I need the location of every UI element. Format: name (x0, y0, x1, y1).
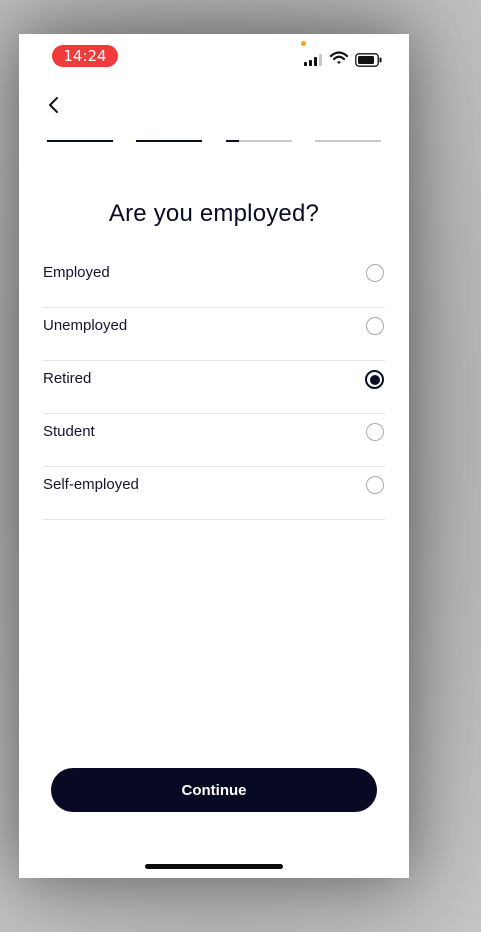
radio-button[interactable] (366, 423, 384, 441)
option-employed[interactable]: Employed (43, 255, 385, 308)
radio-button[interactable] (366, 476, 384, 494)
wifi-icon (330, 51, 348, 64)
progress-step-2 (136, 140, 202, 142)
radio-button[interactable] (365, 370, 384, 389)
phone-screen: 14:24 Are you employed? Employed Unemplo… (19, 34, 409, 878)
progress-steps (47, 140, 381, 144)
radio-button[interactable] (366, 317, 384, 335)
option-label: Unemployed (43, 317, 128, 334)
progress-step-fill (47, 140, 113, 142)
radio-button[interactable] (366, 264, 384, 282)
continue-button[interactable]: Continue (51, 768, 377, 812)
option-label: Retired (43, 370, 92, 387)
progress-step-4 (315, 140, 381, 142)
privacy-indicator-dot (301, 41, 306, 46)
option-label: Self-employed (43, 476, 139, 493)
option-label: Employed (43, 264, 110, 281)
option-retired[interactable]: Retired (43, 361, 385, 414)
status-bar: 14:24 (19, 34, 409, 84)
signal-icon (304, 54, 322, 66)
home-indicator (145, 864, 283, 869)
option-label: Student (43, 423, 95, 440)
employment-options-list: Employed Unemployed Retired Student Self… (43, 255, 385, 520)
option-self-employed[interactable]: Self-employed (43, 467, 385, 520)
status-time: 14:24 (52, 45, 118, 67)
progress-step-fill (226, 140, 240, 142)
option-unemployed[interactable]: Unemployed (43, 308, 385, 361)
progress-step-3 (226, 140, 292, 142)
progress-step-1 (47, 140, 113, 142)
page-title: Are you employed? (108, 200, 320, 227)
chevron-left-icon (49, 97, 58, 113)
battery-icon (355, 53, 382, 67)
progress-step-fill (136, 140, 202, 142)
back-button[interactable] (41, 92, 67, 118)
option-student[interactable]: Student (43, 414, 385, 467)
